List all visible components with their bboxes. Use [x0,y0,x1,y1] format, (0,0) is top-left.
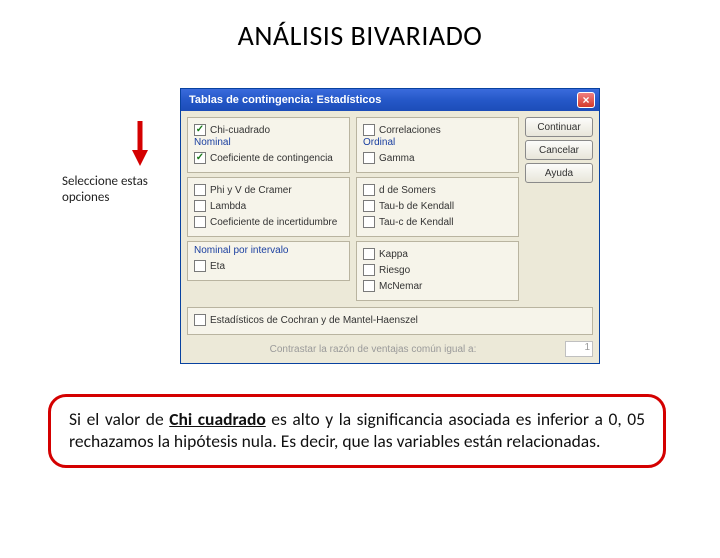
note-text-pre: Si el valor de [69,408,169,430]
group-title-nominal-interval: Nominal por intervalo [194,245,343,256]
dialog-titlebar: Tablas de contingencia: Estadísticos × [181,89,599,111]
option-label: Tau-c de Kendall [379,217,454,228]
group-nominal-interval: Nominal por intervalo Eta [187,241,350,281]
dialog-window: Tablas de contingencia: Estadísticos × ✓… [180,88,600,364]
option-tau-c-kendall[interactable]: Tau-c de Kendall [363,214,512,230]
group-title-ordinal: Ordinal [363,137,512,148]
option-label: Chi-cuadrado [210,125,270,136]
callout-text: Seleccione estas opciones [62,174,172,205]
continue-button[interactable]: Continuar [525,117,593,137]
group-cochran: Estadísticos de Cochran y de Mantel-Haen… [187,307,593,335]
cancel-button[interactable]: Cancelar [525,140,593,160]
option-label: d de Somers [379,185,436,196]
option-chi-cuadrado[interactable]: ✓ Chi-cuadrado [194,122,343,138]
option-label: Gamma [379,153,415,164]
group-left-top: ✓ Chi-cuadrado Nominal ✓ Coeficiente de … [187,117,350,173]
option-kappa[interactable]: Kappa [363,246,512,262]
checkbox-icon [363,152,375,164]
checkbox-icon: ✓ [194,124,206,136]
option-label: Eta [210,261,225,272]
option-label: Lambda [210,201,246,212]
option-riesgo[interactable]: Riesgo [363,262,512,278]
note-box: Si el valor de Chi cuadrado es alto y la… [48,394,666,468]
option-gamma[interactable]: Gamma [363,150,512,166]
group-title-nominal: Nominal [194,137,343,148]
page-title: ANÁLISIS BIVARIADO [0,18,720,53]
option-label: Phi y V de Cramer [210,185,292,196]
option-mcnemar[interactable]: McNemar [363,278,512,294]
option-label: Correlaciones [379,125,441,136]
option-label: Estadísticos de Cochran y de Mantel-Haen… [210,315,418,326]
checkbox-icon [194,200,206,212]
help-button[interactable]: Ayuda [525,163,593,183]
contrast-row: Contrastar la razón de ventajas común ig… [187,341,593,357]
option-tau-b-kendall[interactable]: Tau-b de Kendall [363,198,512,214]
option-label: Kappa [379,249,408,260]
option-coef-contingencia[interactable]: ✓ Coeficiente de contingencia [194,150,343,166]
checkbox-icon [363,264,375,276]
checkbox-icon [363,184,375,196]
option-d-somers[interactable]: d de Somers [363,182,512,198]
checkbox-icon [194,260,206,272]
option-label: Riesgo [379,265,410,276]
group-right-extras: Kappa Riesgo McNemar [356,241,519,301]
checkbox-icon [194,184,206,196]
checkbox-icon [363,248,375,260]
dialog-buttons: Continuar Cancelar Ayuda [525,117,593,301]
contrast-label: Contrastar la razón de ventajas común ig… [187,344,559,355]
option-coef-incertidumbre[interactable]: Coeficiente de incertidumbre [194,214,343,230]
checkbox-icon [194,216,206,228]
option-label: Coeficiente de contingencia [210,153,333,164]
checkbox-icon [363,280,375,292]
note-chi: Chi cuadrado [169,408,266,430]
checkbox-icon [363,124,375,136]
checkbox-icon [363,200,375,212]
arrow-icon [130,116,180,176]
checkbox-icon [194,314,206,326]
group-right-top: Correlaciones Ordinal Gamma [356,117,519,173]
option-cochran-mantel[interactable]: Estadísticos de Cochran y de Mantel-Haen… [194,312,586,328]
checkbox-icon [363,216,375,228]
checkbox-icon: ✓ [194,152,206,164]
group-left-bottom: Phi y V de Cramer Lambda Coeficiente de … [187,177,350,237]
option-label: Tau-b de Kendall [379,201,454,212]
group-right-bottom: d de Somers Tau-b de Kendall Tau-c de Ke… [356,177,519,237]
close-icon[interactable]: × [577,92,595,108]
option-correlaciones[interactable]: Correlaciones [363,122,512,138]
option-phi-v-cramer[interactable]: Phi y V de Cramer [194,182,343,198]
option-label: McNemar [379,281,422,292]
option-lambda[interactable]: Lambda [194,198,343,214]
dialog-title: Tablas de contingencia: Estadísticos [189,94,577,106]
option-eta[interactable]: Eta [194,258,343,274]
option-label: Coeficiente de incertidumbre [210,217,337,228]
contrast-input[interactable]: 1 [565,341,593,357]
